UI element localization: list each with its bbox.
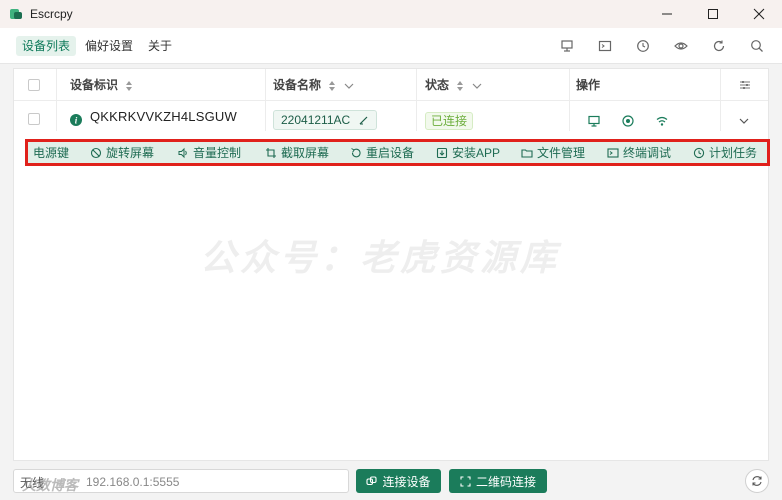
- wifi-icon: [656, 116, 668, 126]
- terminal-debug-label: 终端调试: [623, 146, 672, 160]
- menu-bar: 设备列表 偏好设置 关于: [0, 28, 782, 64]
- mirror-button[interactable]: [559, 38, 575, 54]
- eye-icon: [674, 42, 688, 50]
- install-icon: [436, 147, 448, 159]
- device-name-tag[interactable]: 22041211AC: [273, 110, 377, 130]
- device-name: 22041211AC: [281, 113, 351, 127]
- wireless-address-value: 192.168.0.1:5555: [86, 475, 180, 489]
- connect-device-button[interactable]: 连接设备: [356, 469, 441, 493]
- terminal-icon: [607, 148, 619, 158]
- reboot-icon: [351, 148, 361, 158]
- row-checkbox[interactable]: [28, 113, 40, 125]
- screenshot-label: 截取屏幕: [281, 146, 330, 160]
- minimize-icon: [662, 13, 672, 15]
- app-logo-icon: [10, 9, 22, 19]
- monitor-icon: [561, 40, 573, 52]
- table-row[interactable]: i QKKRKVVKZH4LSGUW 22041211AC 已连接: [14, 101, 768, 131]
- close-button[interactable]: [736, 0, 782, 28]
- rotate-icon: [90, 147, 102, 159]
- close-icon: [753, 8, 765, 20]
- terminal-icon: [598, 40, 612, 52]
- tab-preferences[interactable]: 偏好设置: [79, 36, 139, 56]
- device-table: 设备标识 设备名称 状态 操作 i QKKRKVVKZH4LSGUW 22041…: [13, 68, 769, 461]
- select-all-checkbox[interactable]: [28, 79, 40, 91]
- expand-chevron-icon[interactable]: [739, 116, 749, 126]
- device-serial: QKKRKVVKZH4LSGUW: [90, 109, 237, 124]
- connect-device-label: 连接设备: [382, 474, 431, 489]
- refresh-devices-button[interactable]: [745, 469, 769, 493]
- volume-icon: [178, 147, 187, 159]
- sort-icon: [126, 80, 133, 91]
- search-button[interactable]: [749, 38, 765, 54]
- clock-icon: [637, 40, 649, 52]
- scheduled-task-label: 计划任务: [709, 146, 758, 160]
- install-app-label: 安装APP: [452, 146, 501, 160]
- preview-button[interactable]: [673, 38, 689, 54]
- title-bar: Escrcpy: [0, 0, 782, 28]
- terminal-button[interactable]: [597, 38, 613, 54]
- refresh-icon: [752, 476, 762, 486]
- refresh-icon: [713, 40, 725, 52]
- reboot-label: 重启设备: [366, 146, 415, 160]
- column-settings-icon[interactable]: [738, 78, 752, 92]
- scan-icon: [460, 475, 471, 487]
- reboot-button[interactable]: 重启设备: [350, 145, 414, 161]
- maximize-icon: [708, 9, 718, 19]
- watermark-text: 公众号：老虎资源库: [200, 237, 561, 278]
- volume-button[interactable]: 音量控制: [177, 145, 241, 161]
- edit-icon[interactable]: [359, 116, 368, 125]
- record-icon: [622, 115, 634, 127]
- file-manager-button[interactable]: 文件管理: [521, 145, 585, 161]
- history-button[interactable]: [635, 38, 651, 54]
- wireless-device-button[interactable]: [655, 114, 669, 128]
- table-header: 设备标识 设备名称 状态 操作: [14, 69, 768, 101]
- status-badge: 已连接: [425, 112, 474, 130]
- rotate-button[interactable]: 旋转屏幕: [90, 145, 154, 161]
- volume-label: 音量控制: [193, 146, 242, 160]
- header-serial-label: 设备标识: [70, 78, 119, 92]
- refresh-toolbar-button[interactable]: [711, 38, 727, 54]
- install-app-button[interactable]: 安装APP: [436, 145, 500, 161]
- filter-chevron-icon: [472, 83, 482, 89]
- header-name-label: 设备名称: [273, 78, 322, 92]
- rotate-label: 旋转屏幕: [106, 146, 155, 160]
- monitor-icon: [588, 115, 600, 127]
- link-icon: [366, 475, 378, 485]
- qr-connect-button[interactable]: 二维码连接: [449, 469, 547, 493]
- maximize-button[interactable]: [690, 0, 736, 28]
- header-status-label: 状态: [425, 78, 450, 92]
- minimize-button[interactable]: [644, 0, 690, 28]
- clock-icon: [693, 147, 705, 159]
- search-icon: [751, 40, 763, 52]
- window-title: Escrcpy: [30, 7, 73, 21]
- power-button[interactable]: 电源键: [33, 145, 69, 161]
- corner-watermark: 火数博客: [22, 477, 78, 493]
- sort-icon: [457, 80, 464, 91]
- device-action-bar: 电源键 旋转屏幕 音量控制 截取屏幕 重启设备 安装APP 文件管理 终端调试 …: [25, 139, 770, 166]
- record-device-button[interactable]: [621, 114, 635, 128]
- info-icon[interactable]: i: [70, 114, 82, 126]
- tab-about[interactable]: 关于: [142, 36, 178, 56]
- folder-icon: [521, 149, 533, 158]
- file-manager-label: 文件管理: [537, 146, 586, 160]
- sort-icon: [329, 80, 336, 91]
- screenshot-button[interactable]: 截取屏幕: [265, 145, 329, 161]
- header-operations: 操作: [576, 78, 601, 92]
- crop-icon: [266, 148, 276, 158]
- tab-device-list[interactable]: 设备列表: [16, 36, 77, 56]
- terminal-debug-button[interactable]: 终端调试: [607, 145, 671, 161]
- scheduled-task-button[interactable]: 计划任务: [693, 145, 757, 161]
- mirror-device-button[interactable]: [587, 114, 601, 128]
- header-status[interactable]: 状态: [425, 69, 482, 101]
- header-serial[interactable]: 设备标识: [70, 69, 133, 101]
- header-name[interactable]: 设备名称: [273, 69, 354, 101]
- filter-chevron-icon: [344, 83, 354, 89]
- qr-connect-label: 二维码连接: [475, 474, 536, 489]
- power-label: 电源键: [33, 146, 70, 160]
